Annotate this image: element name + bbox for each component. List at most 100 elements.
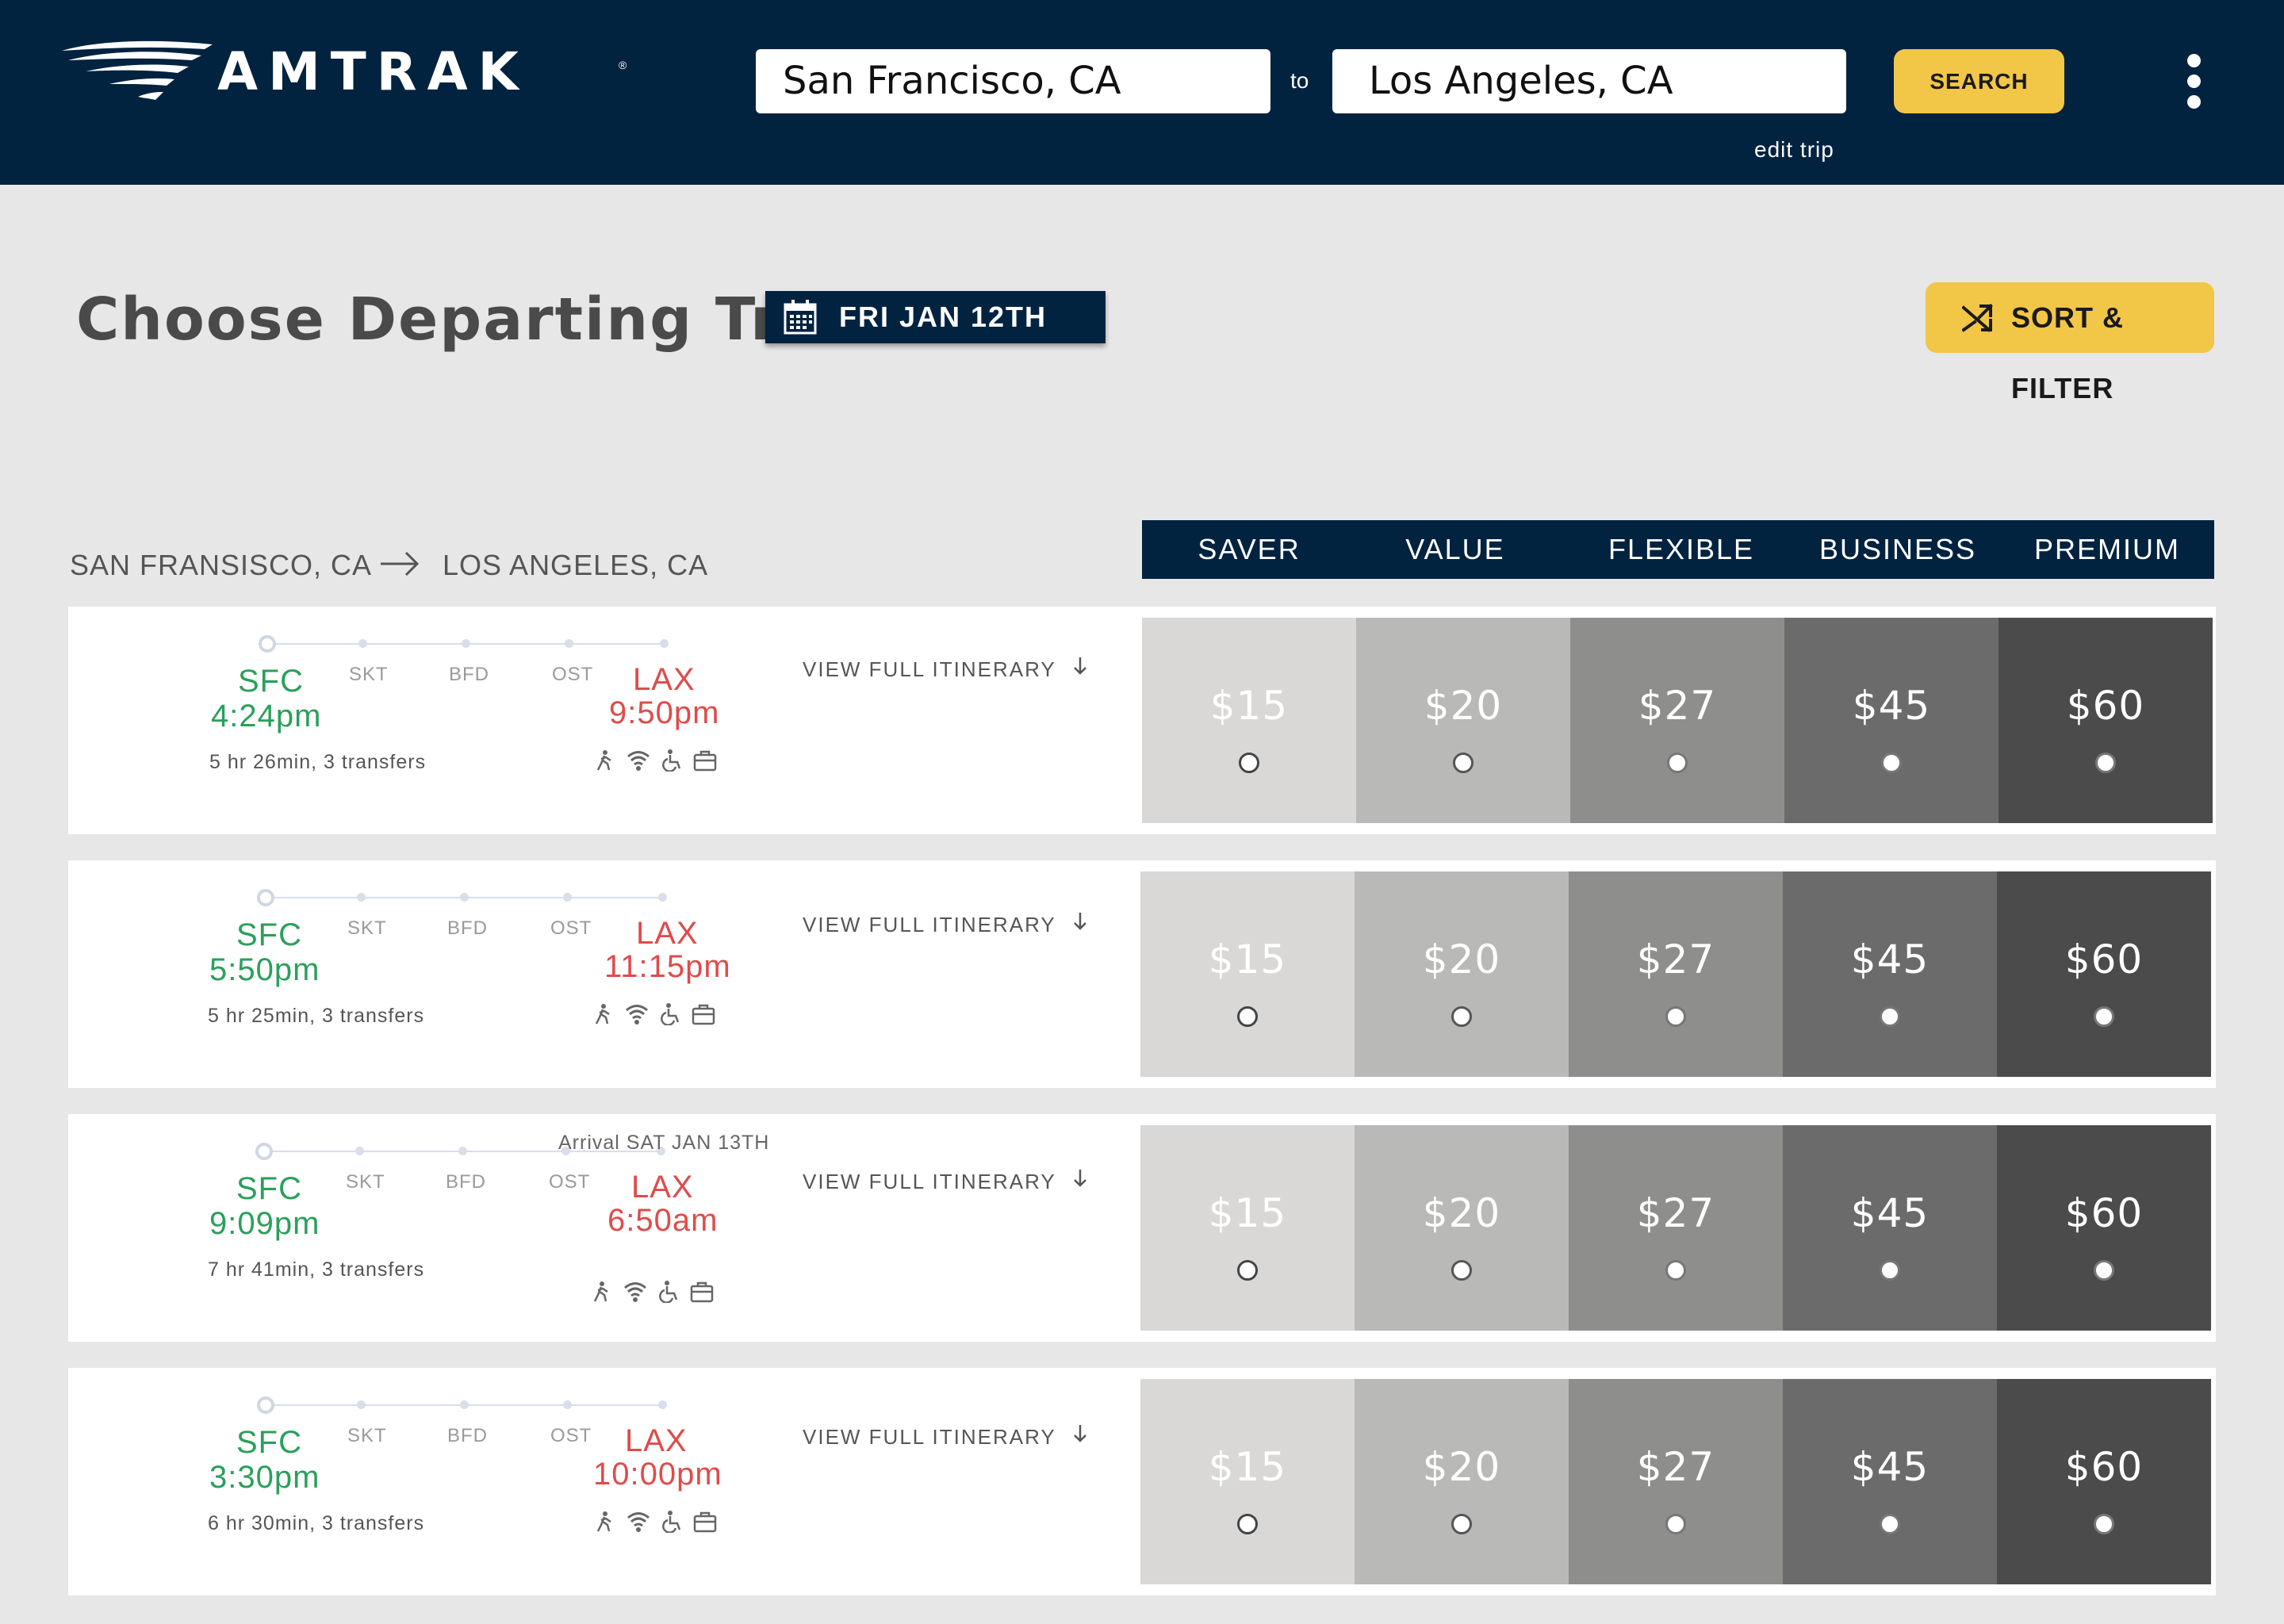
- view-itinerary-link[interactable]: VIEW FULL ITINERARY: [803, 1168, 1088, 1194]
- fare-radio[interactable]: [2094, 1006, 2114, 1027]
- stop-label: SKT: [346, 1171, 385, 1193]
- fare-value-option[interactable]: $20: [1356, 618, 1570, 823]
- fare-radio[interactable]: [2094, 1260, 2114, 1281]
- wifi-icon: [627, 749, 650, 772]
- luggage-icon: [692, 1003, 715, 1025]
- amtrak-logo[interactable]: AMTRAK ®: [62, 36, 641, 105]
- arrow-down-icon: [1072, 911, 1088, 937]
- fare-saver-option[interactable]: $15: [1142, 618, 1356, 823]
- origin-stop-marker: [259, 635, 276, 653]
- fare-premium-option[interactable]: $60: [1998, 618, 2213, 823]
- route-origin: SAN FRANSISCO, CA: [70, 549, 373, 581]
- date-selector[interactable]: FRI JAN 12TH: [765, 291, 1106, 343]
- accessible-walk-icon: [593, 749, 615, 772]
- fare-radio[interactable]: [1451, 1260, 1472, 1281]
- arrival-time: 11:15pm: [604, 949, 731, 984]
- fare-saver-option[interactable]: $15: [1140, 1125, 1355, 1331]
- fare-radio[interactable]: [1237, 1514, 1258, 1534]
- origin-input[interactable]: San Francisco, CA: [756, 49, 1270, 113]
- view-itinerary-label: VIEW FULL ITINERARY: [803, 913, 1056, 936]
- train-option[interactable]: SKT BFD OST SFC 4:24pm LAX 9:50pm 5 hr 2…: [68, 607, 2216, 834]
- arrival-date-note: Arrival SAT JAN 13TH: [558, 1132, 770, 1154]
- fare-premium-option[interactable]: $60: [1997, 871, 2211, 1077]
- fare-radio[interactable]: [1453, 753, 1473, 773]
- departure-time: 5:50pm: [209, 952, 320, 987]
- fare-flexible-option[interactable]: $27: [1569, 1379, 1783, 1584]
- origin-stop-marker: [257, 889, 274, 906]
- origin-stop-marker: [257, 1396, 274, 1414]
- fare-price: $20: [1422, 1444, 1501, 1490]
- fare-price: $60: [2064, 1190, 2144, 1236]
- to-label: to: [1290, 68, 1309, 93]
- fare-price: $20: [1422, 936, 1501, 982]
- fare-radio[interactable]: [2094, 1514, 2114, 1534]
- fare-price: $45: [1850, 1444, 1930, 1490]
- fare-class-value: VALUE: [1405, 533, 1505, 565]
- fare-price: $15: [1209, 683, 1289, 729]
- view-itinerary-link[interactable]: VIEW FULL ITINERARY: [803, 656, 1088, 682]
- fare-radio[interactable]: [1237, 1006, 1258, 1027]
- fare-options: $15 $20 $27 $45 $60: [1140, 1125, 2213, 1331]
- fare-business-option[interactable]: $45: [1783, 871, 1997, 1077]
- fare-radio[interactable]: [1665, 1260, 1686, 1281]
- departure-time: 4:24pm: [211, 699, 322, 733]
- sort-filter-button[interactable]: SORT & FILTER: [1926, 282, 2214, 404]
- fare-value-option[interactable]: $20: [1355, 871, 1569, 1077]
- fare-business-option[interactable]: $45: [1783, 1379, 1997, 1584]
- destination-code: LAX: [631, 1170, 694, 1205]
- fare-flexible-option[interactable]: $27: [1569, 871, 1783, 1077]
- destination-code: LAX: [636, 916, 699, 951]
- fare-business-option[interactable]: $45: [1784, 618, 1998, 823]
- fare-radio[interactable]: [1881, 753, 1902, 773]
- fare-value-option[interactable]: $20: [1355, 1379, 1569, 1584]
- fare-saver-option[interactable]: $15: [1140, 1379, 1355, 1584]
- fare-options: $15 $20 $27 $45 $60: [1140, 871, 2213, 1077]
- fare-class-premium: PREMIUM: [2034, 533, 2180, 565]
- fare-premium-option[interactable]: $60: [1997, 1379, 2211, 1584]
- train-option[interactable]: SKT BFD OST SFC 3:30pm LAX 10:00pm 6 hr …: [68, 1368, 2216, 1595]
- departure-time: 9:09pm: [209, 1206, 320, 1241]
- destination-input[interactable]: Los Angeles, CA: [1332, 49, 1846, 113]
- view-itinerary-link[interactable]: VIEW FULL ITINERARY: [803, 911, 1088, 937]
- fare-radio[interactable]: [1239, 753, 1259, 773]
- fare-business-option[interactable]: $45: [1783, 1125, 1997, 1331]
- fare-value-option[interactable]: $20: [1355, 1125, 1569, 1331]
- wifi-icon: [623, 1281, 646, 1303]
- fare-premium-option[interactable]: $60: [1997, 1125, 2211, 1331]
- fare-radio[interactable]: [1880, 1260, 1900, 1281]
- fare-radio[interactable]: [1665, 1514, 1686, 1534]
- arrival-time: 9:50pm: [609, 695, 720, 730]
- fare-radio[interactable]: [2095, 753, 2116, 773]
- fare-options: $15 $20 $27 $45 $60: [1140, 1379, 2213, 1584]
- train-option[interactable]: SKT BFD OST SFC 5:50pm LAX 11:15pm 5 hr …: [68, 860, 2216, 1088]
- fare-radio[interactable]: [1880, 1006, 1900, 1027]
- fare-class-saver: SAVER: [1198, 533, 1301, 565]
- origin-code: SFC: [236, 1171, 302, 1206]
- shuffle-icon: [1962, 304, 1993, 332]
- fare-radio[interactable]: [1451, 1006, 1472, 1027]
- train-option[interactable]: Arrival SAT JAN 13TH SKT BFD OST SFC 9:0…: [68, 1114, 2216, 1342]
- more-menu-icon[interactable]: [2185, 54, 2204, 109]
- stop-marker: [357, 893, 366, 902]
- top-navigation-bar: AMTRAK ® San Francisco, CA to Los Angele…: [0, 0, 2284, 185]
- fare-flexible-option[interactable]: $27: [1569, 1125, 1783, 1331]
- trip-duration: 5 hr 26min, 3 transfers: [209, 751, 427, 773]
- arrival-time: 6:50am: [607, 1203, 719, 1238]
- stop-marker: [355, 1147, 364, 1155]
- stop-label: BFD: [447, 1425, 488, 1446]
- fare-radio[interactable]: [1237, 1260, 1258, 1281]
- fare-radio[interactable]: [1451, 1514, 1472, 1534]
- fare-radio[interactable]: [1665, 1006, 1686, 1027]
- arrow-down-icon: [1072, 656, 1088, 682]
- search-button[interactable]: SEARCH: [1894, 49, 2064, 113]
- fare-saver-option[interactable]: $15: [1140, 871, 1355, 1077]
- view-itinerary-link[interactable]: VIEW FULL ITINERARY: [803, 1423, 1088, 1450]
- edit-trip-link[interactable]: edit trip: [1754, 137, 1834, 163]
- amenities: [593, 1511, 728, 1534]
- fare-flexible-option[interactable]: $27: [1570, 618, 1784, 823]
- fare-price: $45: [1852, 683, 1931, 729]
- arrow-down-icon: [1072, 1168, 1088, 1194]
- fare-radio[interactable]: [1880, 1514, 1900, 1534]
- fare-radio[interactable]: [1667, 753, 1688, 773]
- accessible-walk-icon: [593, 1511, 615, 1533]
